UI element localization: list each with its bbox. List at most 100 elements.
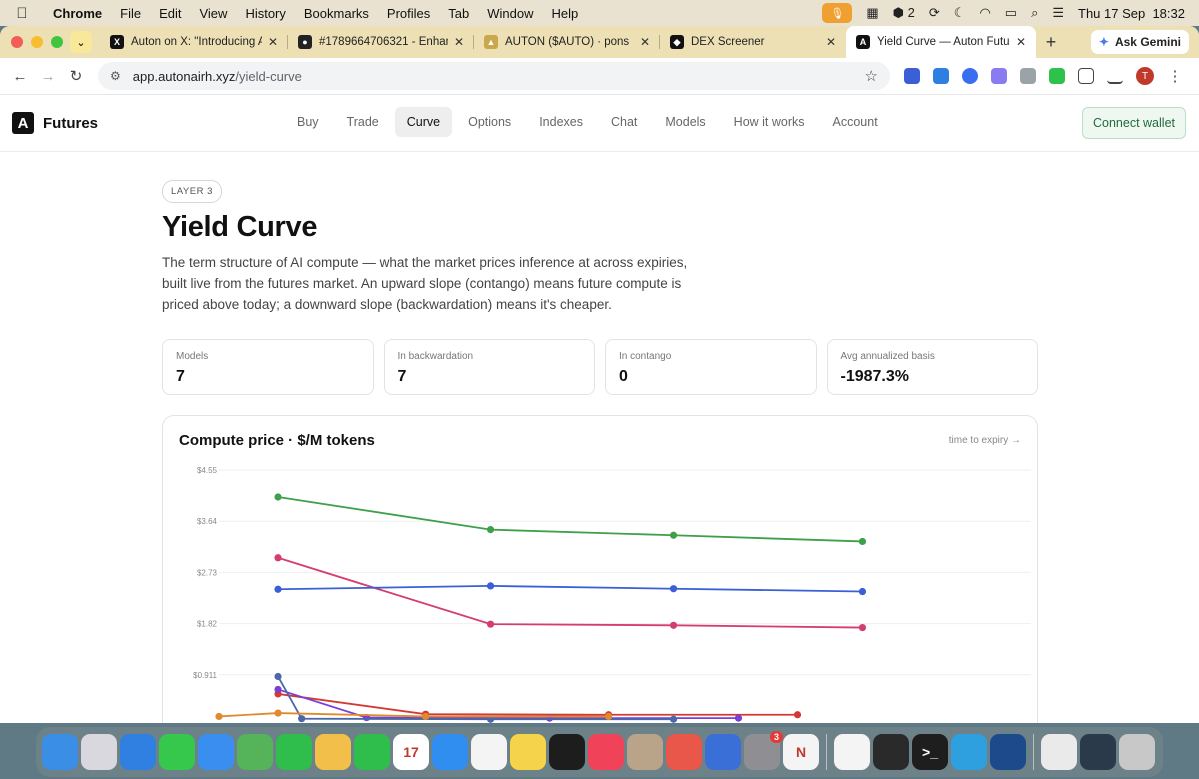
zoom-window-button[interactable] [51, 36, 63, 48]
extension-6-icon[interactable] [1049, 68, 1065, 84]
nav-models[interactable]: Models [653, 107, 717, 137]
system-settings-icon[interactable]: 3 [744, 731, 783, 770]
browser-tab[interactable]: A Yield Curve — Auton Futures ✕ [846, 26, 1036, 58]
terminal-icon[interactable]: >_ [912, 734, 948, 770]
trash-icon[interactable] [1119, 734, 1155, 770]
browser-tab[interactable]: ● #1789664706321 - Enhance ✕ [288, 26, 474, 58]
nav-indexes[interactable]: Indexes [527, 107, 595, 137]
extension-1-icon[interactable] [904, 68, 920, 84]
menu-app-name[interactable]: Chrome [44, 6, 111, 21]
downloads-icon[interactable] [1107, 68, 1123, 84]
nav-trade[interactable]: Trade [335, 107, 391, 137]
photos-icon[interactable] [315, 734, 351, 770]
close-tab-icon[interactable]: ✕ [454, 35, 464, 49]
phone-mirror-icon[interactable] [705, 734, 741, 770]
reminders-icon[interactable] [471, 734, 507, 770]
folder-icon[interactable] [1041, 734, 1077, 770]
browser-tab[interactable]: ◆ DEX Screener ✕ [660, 26, 846, 58]
browser-toolbar: ← → ↻ ⚙ app.autonairh.xyz/yield-curve ☆ … [0, 58, 1199, 95]
y-tick-label: $4.55 [197, 466, 218, 475]
moon-icon[interactable]: ☾ [954, 5, 966, 21]
close-tab-icon[interactable]: ✕ [1016, 35, 1026, 49]
battery-icon[interactable]: ▭ [1005, 5, 1017, 21]
status-app-icon[interactable]: ⬢ 2 [893, 5, 915, 21]
ask-gemini-button[interactable]: ✦ Ask Gemini [1090, 30, 1189, 54]
new-tab-button[interactable]: + [1036, 32, 1066, 53]
close-tab-icon[interactable]: ✕ [268, 35, 278, 49]
menu-file[interactable]: File [111, 6, 150, 21]
forward-icon[interactable]: → [34, 68, 62, 85]
yield-curve-chart[interactable]: $4.55 $3.64 $2.73 $1.82 $0.911 $0.000 [163, 416, 1038, 723]
messages-icon[interactable] [159, 734, 195, 770]
nav-chat[interactable]: Chat [599, 107, 649, 137]
control-center-icon[interactable]: ☰ [1052, 5, 1064, 21]
apple-menu-icon[interactable]:  [0, 5, 44, 22]
extension-5-icon[interactable] [1020, 68, 1036, 84]
nav-account[interactable]: Account [821, 107, 890, 137]
windsurf-icon[interactable] [990, 734, 1026, 770]
launchpad-icon[interactable] [81, 734, 117, 770]
connect-wallet-button[interactable]: Connect wallet [1082, 107, 1186, 139]
cursor-icon[interactable] [873, 734, 909, 770]
close-tab-icon[interactable]: ✕ [640, 35, 650, 49]
profile-avatar[interactable]: T [1136, 67, 1154, 85]
contacts-icon[interactable] [627, 734, 663, 770]
nav-buy[interactable]: Buy [285, 107, 331, 137]
calendar-icon[interactable]: 17 [393, 734, 429, 770]
close-window-button[interactable] [11, 36, 23, 48]
mail-icon[interactable] [198, 734, 234, 770]
maps-icon[interactable] [237, 734, 273, 770]
tab-search-chevron-icon[interactable]: ⌄ [70, 31, 92, 53]
menu-help[interactable]: Help [543, 6, 588, 21]
menu-window[interactable]: Window [478, 6, 542, 21]
browser-tab[interactable]: ▲ AUTON ($AUTO) · pons ✕ [474, 26, 660, 58]
extensions-puzzle-icon[interactable] [1078, 68, 1094, 84]
clock[interactable]: Thu 17 Sep 18:32 [1078, 6, 1185, 21]
extension-4-icon[interactable] [991, 68, 1007, 84]
address-bar[interactable]: ⚙ app.autonairh.xyz/yield-curve ☆ [98, 62, 890, 90]
menu-profiles[interactable]: Profiles [378, 6, 439, 21]
apple-tv-icon[interactable] [549, 734, 585, 770]
chrome-menu-icon[interactable]: ⋮ [1167, 67, 1183, 85]
menu-history[interactable]: History [236, 6, 294, 21]
close-tab-icon[interactable]: ✕ [826, 35, 836, 49]
stats-row: Models 7 In backwardation 7 In contango … [162, 339, 1038, 395]
app-store-icon[interactable] [432, 734, 468, 770]
netflix-icon[interactable]: N [783, 734, 819, 770]
screen-icon[interactable] [1080, 734, 1116, 770]
bookmark-star-icon[interactable]: ☆ [865, 67, 878, 85]
browser-tab[interactable]: X Auton on X: "Introducing Aut ✕ [100, 26, 288, 58]
site-info-icon[interactable]: ⚙ [110, 69, 121, 83]
rocket-icon[interactable] [666, 734, 702, 770]
menu-bookmarks[interactable]: Bookmarks [295, 6, 378, 21]
microphone-icon[interactable]: 🎙 [822, 3, 853, 23]
data-point [669, 715, 678, 723]
extension-2-icon[interactable] [933, 68, 949, 84]
data-point [486, 582, 495, 590]
minimize-window-button[interactable] [31, 36, 43, 48]
reload-icon[interactable]: ↻ [62, 67, 90, 85]
notes-icon[interactable] [510, 734, 546, 770]
calendar-status-icon[interactable]: ▦ [866, 5, 878, 21]
menu-tab[interactable]: Tab [439, 6, 478, 21]
dock-separator [826, 734, 827, 770]
telegram-icon[interactable] [951, 734, 987, 770]
finder-icon[interactable] [42, 734, 78, 770]
music-icon[interactable] [588, 734, 624, 770]
facetime-icon[interactable] [276, 734, 312, 770]
nav-curve[interactable]: Curve [394, 107, 453, 137]
nav-how-it-works[interactable]: How it works [722, 107, 817, 137]
data-point [486, 620, 495, 628]
menu-view[interactable]: View [190, 6, 236, 21]
menu-edit[interactable]: Edit [150, 6, 190, 21]
facetime-video-icon[interactable] [354, 734, 390, 770]
nav-options[interactable]: Options [456, 107, 523, 137]
spotlight-icon[interactable]: ⌕ [1031, 5, 1038, 21]
chrome-icon[interactable] [834, 734, 870, 770]
wifi-icon[interactable]: ◠ [979, 5, 990, 21]
brand-logo[interactable]: A Futures [0, 112, 98, 134]
back-icon[interactable]: ← [6, 68, 34, 85]
extension-3-icon[interactable] [962, 68, 978, 84]
safari-icon[interactable] [120, 734, 156, 770]
sync-icon[interactable]: ⟳ [929, 5, 940, 21]
